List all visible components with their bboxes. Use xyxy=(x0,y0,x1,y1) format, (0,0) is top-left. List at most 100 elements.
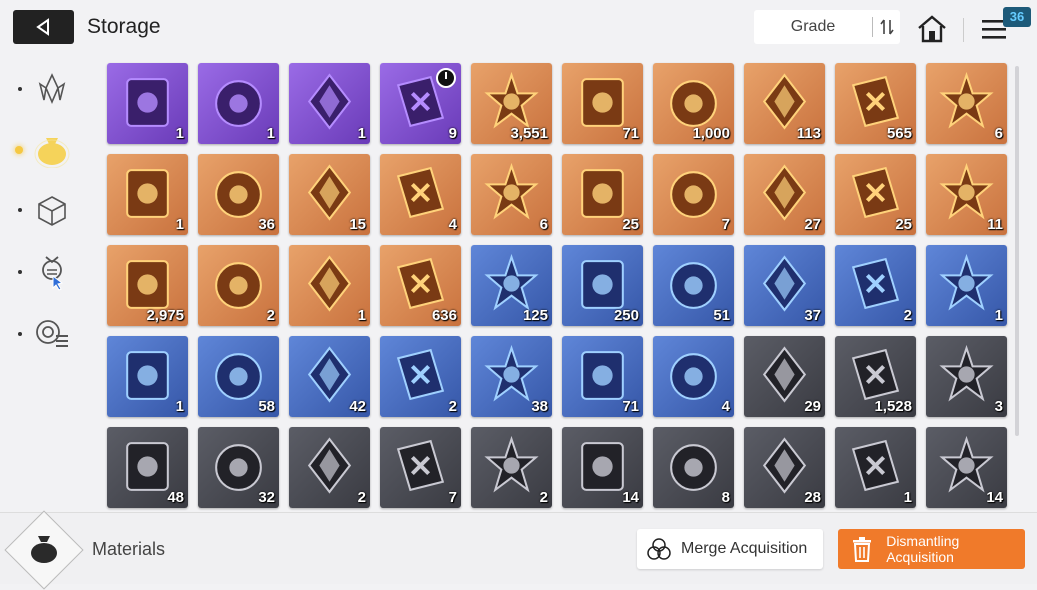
sidebar-item-consumables[interactable] xyxy=(32,252,72,292)
item-count: 36 xyxy=(258,216,275,233)
item-slot[interactable]: 71 xyxy=(562,63,643,144)
item-count: 1 xyxy=(266,125,275,142)
item-count: 9 xyxy=(448,125,457,142)
item-slot[interactable]: 1 xyxy=(289,63,370,144)
home-icon[interactable] xyxy=(915,12,949,46)
item-slot[interactable]: 1 xyxy=(107,336,188,417)
sidebar-item-materials[interactable] xyxy=(32,130,72,170)
sidebar-dot xyxy=(18,332,22,336)
item-count: 1 xyxy=(175,398,184,415)
sidebar-dot xyxy=(18,208,22,212)
item-slot[interactable]: 6 xyxy=(471,154,552,235)
page-title: Storage xyxy=(87,15,161,38)
item-count: 11 xyxy=(987,216,1003,233)
item-slot[interactable]: 36 xyxy=(198,154,279,235)
item-slot[interactable]: 25 xyxy=(835,154,916,235)
item-slot[interactable]: 7 xyxy=(653,154,734,235)
sort-order-icon[interactable] xyxy=(873,19,900,35)
item-count: 6 xyxy=(539,216,548,233)
item-slot[interactable]: 4 xyxy=(380,154,461,235)
item-slot[interactable]: 3 xyxy=(926,336,1007,417)
grid-scrollbar[interactable] xyxy=(1015,66,1019,436)
item-slot[interactable]: 48 xyxy=(107,427,188,508)
sort-dropdown[interactable]: Grade xyxy=(754,10,900,44)
item-slot[interactable]: 2 xyxy=(289,427,370,508)
item-count: 32 xyxy=(258,489,275,506)
lava-rock-icon xyxy=(307,73,352,130)
item-slot[interactable]: 9 xyxy=(380,63,461,144)
sidebar-item-boxes[interactable] xyxy=(32,191,72,231)
back-button[interactable] xyxy=(13,10,74,44)
item-count: 71 xyxy=(622,125,639,142)
item-slot[interactable]: 7 xyxy=(380,427,461,508)
item-count: 7 xyxy=(448,489,457,506)
dismantling-acquisition-button[interactable]: Dismantling Acquisition xyxy=(838,529,1025,569)
item-slot[interactable]: 636 xyxy=(380,245,461,326)
merge-icon xyxy=(647,538,671,560)
item-slot[interactable]: 6 xyxy=(926,63,1007,144)
sidebar-item-equipment[interactable] xyxy=(32,313,72,353)
item-slot[interactable]: 15 xyxy=(289,154,370,235)
stone-golem-icon xyxy=(215,80,262,127)
item-slot[interactable]: 1 xyxy=(835,427,916,508)
item-slot[interactable]: 565 xyxy=(835,63,916,144)
item-count: 565 xyxy=(886,125,912,142)
item-slot[interactable]: 1 xyxy=(198,63,279,144)
item-slot[interactable]: 71 xyxy=(562,336,643,417)
item-count: 25 xyxy=(895,216,912,233)
merge-label: Merge Acquisition xyxy=(681,540,808,557)
item-slot[interactable]: 2 xyxy=(380,336,461,417)
flask-icon xyxy=(42,256,64,291)
item-slot[interactable]: 42 xyxy=(289,336,370,417)
cube-icon xyxy=(38,196,66,226)
item-slot[interactable]: 38 xyxy=(471,336,552,417)
item-count: 636 xyxy=(431,307,457,324)
item-slot[interactable]: 32 xyxy=(198,427,279,508)
pouch-icon xyxy=(34,138,70,168)
item-slot[interactable]: 11 xyxy=(926,154,1007,235)
item-slot[interactable]: 37 xyxy=(744,245,825,326)
topbar-divider xyxy=(963,18,964,42)
item-count: 58 xyxy=(258,398,275,415)
item-slot[interactable]: 27 xyxy=(744,154,825,235)
spray-gun-icon xyxy=(307,255,352,312)
silver-medal-c-icon xyxy=(396,348,445,401)
blue-shard-small-icon xyxy=(307,437,352,494)
item-slot[interactable]: 1,000 xyxy=(653,63,734,144)
item-count: 2 xyxy=(266,307,275,324)
item-slot[interactable]: 14 xyxy=(562,427,643,508)
back-arrow-icon xyxy=(35,18,49,36)
item-slot[interactable]: 2,975 xyxy=(107,245,188,326)
item-slot[interactable]: 4 xyxy=(653,336,734,417)
item-slot[interactable]: 1 xyxy=(926,245,1007,326)
item-slot[interactable]: 113 xyxy=(744,63,825,144)
item-count: 2 xyxy=(903,307,912,324)
book-globe-icon xyxy=(670,171,717,218)
item-slot[interactable]: 3,551 xyxy=(471,63,552,144)
item-slot[interactable]: 29 xyxy=(744,336,825,417)
item-slot[interactable]: 2 xyxy=(198,245,279,326)
item-slot[interactable]: 1 xyxy=(107,63,188,144)
item-slot[interactable]: 51 xyxy=(653,245,734,326)
item-count: 14 xyxy=(986,489,1003,506)
item-slot[interactable]: 1,528 xyxy=(835,336,916,417)
item-slot[interactable]: 2 xyxy=(471,427,552,508)
item-slot[interactable]: 58 xyxy=(198,336,279,417)
item-slot[interactable]: 25 xyxy=(562,154,643,235)
item-slot[interactable]: 8 xyxy=(653,427,734,508)
item-slot[interactable]: 1 xyxy=(289,245,370,326)
item-count: 2 xyxy=(357,489,366,506)
item-count: 42 xyxy=(349,398,366,415)
item-count: 28 xyxy=(804,489,821,506)
item-slot[interactable]: 28 xyxy=(744,427,825,508)
item-slot[interactable]: 125 xyxy=(471,245,552,326)
item-count: 38 xyxy=(531,398,548,415)
item-slot[interactable]: 250 xyxy=(562,245,643,326)
merge-acquisition-button[interactable]: Merge Acquisition xyxy=(637,529,823,569)
item-slot[interactable]: 2 xyxy=(835,245,916,326)
sidebar-item-crystals[interactable] xyxy=(32,69,72,109)
item-slot[interactable]: 1 xyxy=(107,154,188,235)
item-slot[interactable]: 14 xyxy=(926,427,1007,508)
category-sidebar xyxy=(0,60,100,510)
item-count: 8 xyxy=(721,489,730,506)
